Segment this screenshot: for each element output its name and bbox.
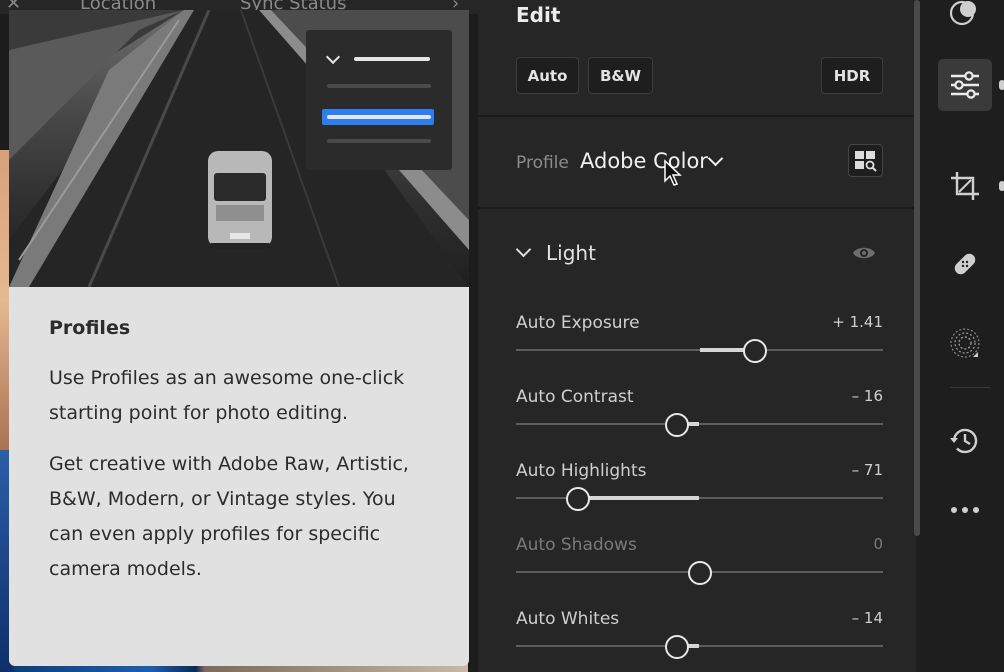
- profile-browser-button[interactable]: [848, 144, 883, 177]
- slider-handle[interactable]: [665, 635, 690, 659]
- auto-button[interactable]: Auto: [516, 57, 579, 94]
- slider-label: Auto Contrast: [516, 387, 634, 407]
- tip-illustration-photo: [9, 10, 469, 287]
- slider-handle[interactable]: [687, 561, 712, 585]
- tool-rail: [922, 0, 1004, 672]
- slider-auto-exposure[interactable]: Auto Exposure + 1.41: [516, 313, 883, 365]
- chevron-down-icon[interactable]: [707, 150, 724, 167]
- healing-tool[interactable]: [938, 238, 992, 290]
- slider-auto-shadows[interactable]: Auto Shadows 0: [516, 535, 883, 587]
- healing-icon: [954, 253, 976, 275]
- chevron-down-icon[interactable]: [515, 241, 532, 258]
- light-section-label: Light: [546, 241, 596, 265]
- slider-handle[interactable]: [742, 339, 767, 363]
- panel-scrollbar[interactable]: [914, 0, 920, 536]
- slider-value[interactable]: 0: [873, 535, 883, 553]
- presets-tool[interactable]: [938, 0, 992, 38]
- mouse-cursor-icon: [664, 159, 682, 186]
- history-tool[interactable]: [938, 415, 992, 467]
- history-icon: [950, 428, 978, 454]
- tool-indicator: [999, 181, 1004, 191]
- more-icon: [951, 507, 979, 513]
- slider-value[interactable]: – 71: [852, 461, 883, 479]
- divider: [478, 207, 916, 209]
- more-options-tool[interactable]: [938, 484, 992, 536]
- profiles-tip-popup: Profiles Use Profiles as an awesome one-…: [9, 10, 469, 666]
- slider-handle[interactable]: [665, 413, 690, 437]
- profile-menu-illustration: [306, 30, 452, 170]
- edit-sliders-icon: [951, 71, 979, 99]
- slider-handle[interactable]: [566, 487, 591, 511]
- divider: [478, 115, 916, 117]
- panel-title: Edit: [516, 3, 561, 27]
- edit-panel: Edit Auto B&W HDR Profile Adobe Color Li…: [478, 0, 916, 672]
- masking-tool[interactable]: [938, 317, 992, 369]
- slider-label: Auto Whites: [516, 609, 620, 629]
- grid-search-icon: [855, 151, 877, 172]
- slider-track[interactable]: [516, 645, 883, 647]
- tip-paragraph: Get creative with Adobe Raw, Artistic, B…: [49, 453, 409, 580]
- slider-label: Auto Shadows: [516, 535, 637, 555]
- crop-icon: [951, 172, 979, 200]
- tip-title: Profiles: [49, 317, 131, 339]
- slider-auto-highlights[interactable]: Auto Highlights – 71: [516, 461, 883, 513]
- presets-icon: [950, 0, 976, 26]
- hdr-button[interactable]: HDR: [821, 57, 883, 94]
- edit-tool[interactable]: [938, 59, 992, 111]
- slider-fill: [578, 496, 700, 500]
- masking-icon: [950, 328, 980, 358]
- slider-value[interactable]: – 14: [852, 609, 883, 627]
- light-section-header[interactable]: Light: [478, 236, 916, 272]
- crop-tool[interactable]: [938, 160, 992, 212]
- slider-track[interactable]: [516, 423, 883, 425]
- eye-icon[interactable]: [852, 244, 876, 262]
- slider-value[interactable]: – 16: [852, 387, 883, 405]
- tip-body: Profiles Use Profiles as an awesome one-…: [9, 287, 469, 587]
- car-illustration: [208, 151, 272, 249]
- slider-label: Auto Highlights: [516, 461, 647, 481]
- chevron-down-icon: [325, 49, 341, 65]
- active-indicator: [999, 80, 1004, 90]
- slider-value[interactable]: + 1.41: [832, 313, 883, 331]
- profile-row: Profile Adobe Color: [478, 118, 916, 207]
- slider-auto-whites[interactable]: Auto Whites – 14: [516, 609, 883, 661]
- profile-dropdown[interactable]: Adobe Color: [580, 149, 708, 173]
- rail-divider: [950, 387, 990, 388]
- slider-label: Auto Exposure: [516, 313, 640, 333]
- tip-paragraph: Use Profiles as an awesome one-click sta…: [49, 367, 405, 424]
- bw-button[interactable]: B&W: [588, 57, 653, 94]
- slider-auto-contrast[interactable]: Auto Contrast – 16: [516, 387, 883, 439]
- profile-label: Profile: [516, 153, 569, 173]
